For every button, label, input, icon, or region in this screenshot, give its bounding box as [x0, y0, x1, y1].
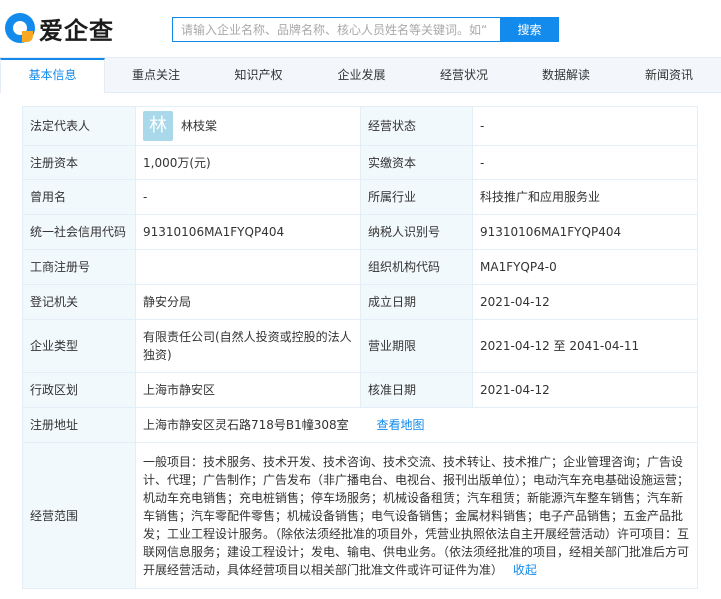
address-cell: 上海市静安区灵石路718号B1幢308室 查看地图 [135, 407, 698, 443]
industry-label: 所属行业 [360, 179, 473, 215]
logo-icon [5, 13, 35, 43]
scope-label: 经营范围 [22, 442, 136, 589]
table-row: 企业类型 有限责任公司(自然人投资或控股的法人独资) 营业期限 2021-04-… [22, 319, 698, 373]
authority-value: 静安分局 [135, 284, 361, 320]
credit-code-value: 91310106MA1FYQP404 [135, 214, 361, 250]
tab-key-focus[interactable]: 重点关注 [105, 58, 207, 93]
legal-rep-label: 法定代表人 [22, 106, 136, 146]
address-label: 注册地址 [22, 407, 136, 443]
status-value: - [472, 106, 698, 146]
district-label: 行政区划 [22, 372, 136, 408]
company-type-value: 有限责任公司(自然人投资或控股的法人独资) [135, 319, 361, 373]
company-type-label: 企业类型 [22, 319, 136, 373]
approval-label: 核准日期 [360, 372, 473, 408]
district-value: 上海市静安区 [135, 372, 361, 408]
paid-capital-label: 实缴资本 [360, 145, 473, 180]
logo-text: 爱企查 [39, 16, 114, 45]
table-row: 统一社会信用代码 91310106MA1FYQP404 纳税人识别号 91310… [22, 214, 698, 250]
table-row: 法定代表人 林 林枝棠 经营状态 - [22, 106, 698, 146]
table-row: 曾用名 - 所属行业 科技推广和应用服务业 [22, 179, 698, 215]
search-bar: 搜索 [172, 17, 559, 42]
established-value: 2021-04-12 [472, 284, 698, 320]
approval-value: 2021-04-12 [472, 372, 698, 408]
biz-reg-no-label: 工商注册号 [22, 249, 136, 285]
collapse-link[interactable]: 收起 [513, 563, 537, 577]
biz-reg-no-value [135, 249, 361, 285]
org-code-label: 组织机构代码 [360, 249, 473, 285]
industry-value: 科技推广和应用服务业 [472, 179, 698, 215]
org-code-value: MA1FYQP4-0 [472, 249, 698, 285]
status-label: 经营状态 [360, 106, 473, 146]
established-label: 成立日期 [360, 284, 473, 320]
tab-development[interactable]: 企业发展 [310, 58, 413, 93]
authority-label: 登记机关 [22, 284, 136, 320]
scope-cell: 一般项目：技术服务、技术开发、技术咨询、技术交流、技术转让、技术推广；企业管理咨… [135, 442, 698, 589]
search-input[interactable] [172, 17, 500, 42]
former-name-label: 曾用名 [22, 179, 136, 215]
taxpayer-value: 91310106MA1FYQP404 [472, 214, 698, 250]
address-value: 上海市静安区灵石路718号B1幢308室 [143, 418, 349, 432]
tab-operations[interactable]: 经营状况 [413, 58, 515, 93]
basic-info-panel: 法定代表人 林 林枝棠 经营状态 - 注册资本 1,000万(元) 实缴资本 -… [0, 93, 721, 599]
table-row: 行政区划 上海市静安区 核准日期 2021-04-12 [22, 372, 698, 408]
term-label: 营业期限 [360, 319, 473, 373]
tab-basic-info[interactable]: 基本信息 [0, 58, 105, 93]
table-row: 经营范围 一般项目：技术服务、技术开发、技术咨询、技术交流、技术转让、技术推广；… [22, 442, 698, 589]
table-row: 工商注册号 组织机构代码 MA1FYQP4-0 [22, 249, 698, 285]
legal-rep-cell: 林 林枝棠 [135, 106, 361, 146]
avatar: 林 [143, 111, 173, 141]
table-row: 注册地址 上海市静安区灵石路718号B1幢308室 查看地图 [22, 407, 698, 443]
table-row: 注册资本 1,000万(元) 实缴资本 - [22, 145, 698, 180]
tab-data-insights[interactable]: 数据解读 [515, 58, 617, 93]
table-row: 登记机关 静安分局 成立日期 2021-04-12 [22, 284, 698, 320]
tab-ip[interactable]: 知识产权 [207, 58, 310, 93]
scope-value: 一般项目：技术服务、技术开发、技术咨询、技术交流、技术转让、技术推广；企业管理咨… [143, 454, 690, 577]
taxpayer-label: 纳税人识别号 [360, 214, 473, 250]
company-info-table: 法定代表人 林 林枝棠 经营状态 - 注册资本 1,000万(元) 实缴资本 -… [22, 106, 698, 589]
search-button[interactable]: 搜索 [500, 17, 559, 42]
reg-capital-value: 1,000万(元) [135, 145, 361, 180]
section-tabs: 基本信息 重点关注 知识产权 企业发展 经营状况 数据解读 新闻资讯 [0, 57, 721, 93]
top-header: 爱企查 搜索 [0, 0, 721, 57]
legal-rep-name[interactable]: 林枝棠 [181, 117, 217, 135]
former-name-value: - [135, 179, 361, 215]
reg-capital-label: 注册资本 [22, 145, 136, 180]
credit-code-label: 统一社会信用代码 [22, 214, 136, 250]
paid-capital-value: - [472, 145, 698, 180]
view-map-link[interactable]: 查看地图 [377, 418, 425, 432]
tab-news[interactable]: 新闻资讯 [617, 58, 721, 93]
site-logo[interactable]: 爱企查 [5, 10, 114, 46]
term-value: 2021-04-12 至 2041-04-11 [472, 319, 698, 373]
